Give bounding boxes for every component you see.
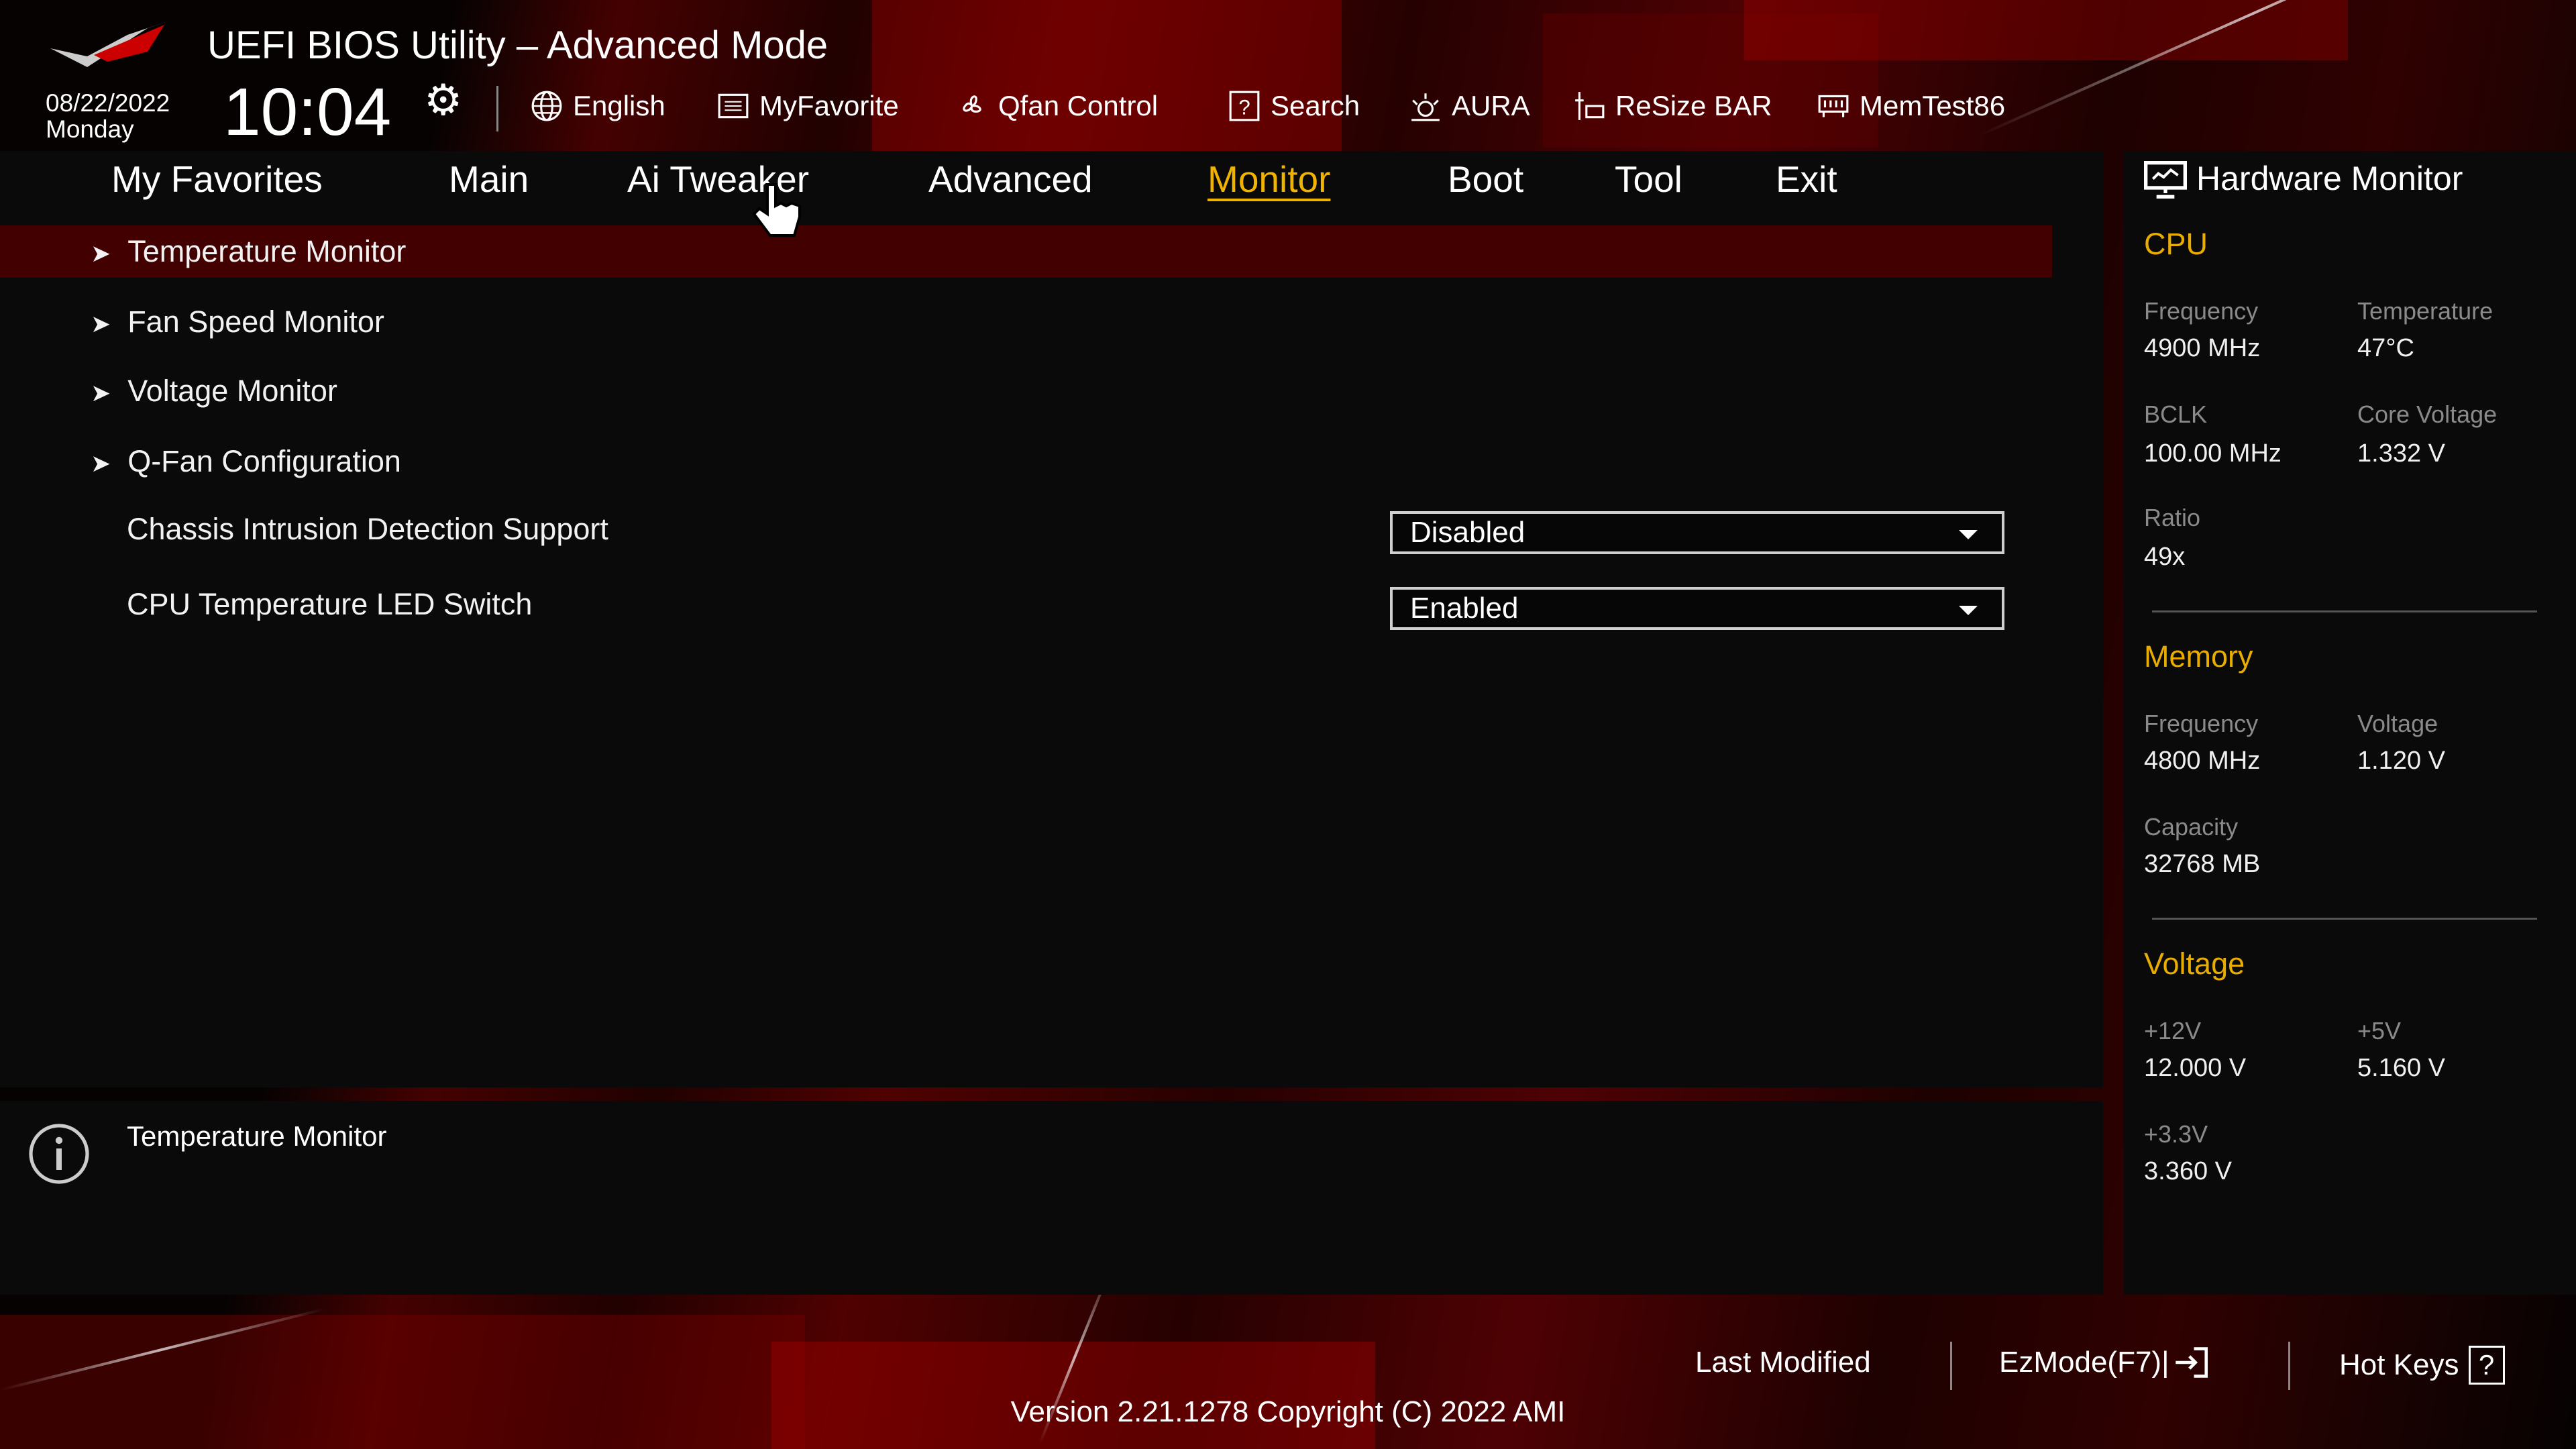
divider bbox=[1950, 1342, 1952, 1390]
dropdown-value: Enabled bbox=[1410, 592, 1519, 625]
menu-item-temperature-monitor[interactable]: ➤ Temperature Monitor bbox=[91, 234, 406, 269]
capacity-value: 32768 MB bbox=[2144, 850, 2261, 878]
v33-label: +3.3V bbox=[2144, 1120, 2208, 1148]
v12-label: +12V bbox=[2144, 1017, 2202, 1044]
toolbar-memtest86[interactable]: MemTest86 bbox=[1814, 89, 2005, 123]
divider bbox=[496, 86, 498, 131]
toolbar-label: English bbox=[573, 90, 665, 121]
menu-item-qfan-configuration[interactable]: ➤ Q-Fan Configuration bbox=[91, 444, 401, 479]
chevron-right-icon: ➤ bbox=[91, 310, 111, 337]
favorite-list-icon bbox=[718, 93, 749, 119]
toolbar-label: AURA bbox=[1452, 90, 1530, 121]
help-icon: ? bbox=[2468, 1346, 2505, 1385]
tab-monitor[interactable]: Monitor bbox=[1208, 158, 1330, 201]
menu-item-label: Fan Speed Monitor bbox=[127, 305, 384, 339]
v5-value: 5.160 V bbox=[2357, 1054, 2445, 1082]
tab-boot[interactable]: Boot bbox=[1448, 158, 1523, 201]
cpu-temperature-value: 47°C bbox=[2357, 334, 2414, 362]
tab-tool[interactable]: Tool bbox=[1615, 158, 1682, 201]
toolbar-label: MemTest86 bbox=[1860, 90, 2006, 121]
chevron-right-icon: ➤ bbox=[91, 379, 111, 407]
fan-icon bbox=[963, 95, 981, 113]
divider bbox=[2152, 918, 2537, 920]
toolbar-myfavorite[interactable]: MyFavorite bbox=[714, 89, 899, 123]
clock: 10:04 bbox=[223, 74, 392, 150]
voltage-section-title: Voltage bbox=[2144, 947, 2245, 981]
bclk-label: BCLK bbox=[2144, 400, 2208, 428]
hot-keys-label: Hot Keys bbox=[2339, 1348, 2459, 1381]
hardware-monitor-title: Hardware Monitor bbox=[2196, 160, 2463, 197]
chevron-right-icon: ➤ bbox=[91, 239, 111, 267]
memory-frequency-value: 4800 MHz bbox=[2144, 747, 2261, 775]
exit-arrow-icon bbox=[2175, 1347, 2208, 1378]
v12-value: 12.000 V bbox=[2144, 1054, 2247, 1082]
toolbar-resize-bar[interactable]: ReSize BAR bbox=[1570, 89, 1772, 123]
caret-down-icon bbox=[1959, 530, 1978, 539]
cpu-frequency-value: 4900 MHz bbox=[2144, 334, 2261, 362]
info-icon bbox=[29, 1124, 89, 1184]
day: Monday bbox=[46, 115, 134, 143]
core-voltage-label: Core Voltage bbox=[2357, 400, 2498, 428]
divider bbox=[2288, 1342, 2290, 1390]
toolbar-label: Qfan Control bbox=[998, 90, 1159, 121]
version-text: Version 2.21.1278 Copyright (C) 2022 AMI bbox=[0, 1395, 2576, 1429]
mouse-hand-cursor-icon bbox=[752, 183, 801, 237]
chevron-right-icon: ➤ bbox=[91, 449, 111, 477]
ratio-label: Ratio bbox=[2144, 504, 2201, 531]
dropdown-value: Disabled bbox=[1410, 516, 1525, 549]
menu-item-label: Q-Fan Configuration bbox=[127, 444, 401, 478]
menu-item-fan-speed-monitor[interactable]: ➤ Fan Speed Monitor bbox=[91, 305, 384, 339]
setting-label: Chassis Intrusion Detection Support bbox=[127, 512, 608, 546]
toolbar-qfan-control[interactable]: Qfan Control bbox=[953, 89, 1158, 123]
date: 08/22/2022 bbox=[46, 89, 170, 117]
bclk-value: 100.00 MHz bbox=[2144, 439, 2282, 468]
v33-value: 3.360 V bbox=[2144, 1157, 2232, 1185]
setting-label: CPU Temperature LED Switch bbox=[127, 587, 533, 621]
toolbar-english[interactable]: English bbox=[527, 89, 665, 123]
aura-light-icon bbox=[1411, 93, 1440, 121]
capacity-label: Capacity bbox=[2144, 813, 2239, 841]
globe-icon bbox=[531, 91, 562, 121]
cpu-temperature-label: Temperature bbox=[2357, 297, 2493, 325]
hot-keys-button[interactable]: Hot Keys? bbox=[2339, 1346, 2505, 1385]
toolbar-search[interactable]: ? Search bbox=[1225, 89, 1360, 123]
toolbar-aura[interactable]: AURA bbox=[1406, 89, 1530, 123]
cpu-section-title: CPU bbox=[2144, 227, 2208, 261]
memory-voltage-label: Voltage bbox=[2357, 710, 2438, 737]
memory-icon bbox=[1818, 95, 1849, 117]
ezmode-label: EzMode(F7)| bbox=[1999, 1346, 2169, 1379]
menu-item-voltage-monitor[interactable]: ➤ Voltage Monitor bbox=[91, 374, 337, 409]
menu-item-label: Temperature Monitor bbox=[127, 234, 407, 268]
tab-my-favorites[interactable]: My Favorites bbox=[111, 158, 323, 201]
core-voltage-value: 1.332 V bbox=[2357, 439, 2445, 468]
toolbar-label: Search bbox=[1271, 90, 1360, 121]
resize-bar-icon bbox=[1575, 92, 1605, 120]
info-text: Temperature Monitor bbox=[127, 1120, 387, 1152]
memory-frequency-label: Frequency bbox=[2144, 710, 2259, 737]
ezmode-button[interactable]: EzMode(F7)| bbox=[1999, 1346, 2210, 1379]
help-search-icon: ? bbox=[1229, 91, 1260, 121]
divider bbox=[2152, 610, 2537, 612]
memory-voltage-value: 1.120 V bbox=[2357, 747, 2445, 775]
last-modified-button[interactable]: Last Modified bbox=[1695, 1346, 1871, 1379]
v5-label: +5V bbox=[2357, 1017, 2402, 1044]
menu-item-label: Voltage Monitor bbox=[127, 374, 337, 408]
hardware-monitor-icon bbox=[2144, 161, 2187, 199]
tab-exit[interactable]: Exit bbox=[1776, 158, 1837, 201]
chassis-intrusion-dropdown[interactable]: Disabled bbox=[1390, 511, 2004, 554]
version-label: Version 2.21.1278 Copyright (C) 2022 AMI bbox=[1010, 1395, 1566, 1428]
toolbar-label: ReSize BAR bbox=[1615, 90, 1772, 121]
caret-down-icon bbox=[1959, 606, 1978, 615]
toolbar-label: MyFavorite bbox=[759, 90, 899, 121]
svg-text:?: ? bbox=[1238, 96, 1250, 119]
tab-main[interactable]: Main bbox=[449, 158, 529, 201]
cpu-frequency-label: Frequency bbox=[2144, 297, 2259, 325]
cpu-temp-led-dropdown[interactable]: Enabled bbox=[1390, 587, 2004, 630]
rog-logo-icon bbox=[50, 20, 171, 67]
ratio-value: 49x bbox=[2144, 543, 2186, 571]
app-title: UEFI BIOS Utility – Advanced Mode bbox=[207, 23, 828, 67]
tab-advanced[interactable]: Advanced bbox=[928, 158, 1093, 201]
memory-section-title: Memory bbox=[2144, 639, 2253, 674]
clock-settings-gear-icon[interactable]: ⚙ bbox=[424, 75, 462, 125]
